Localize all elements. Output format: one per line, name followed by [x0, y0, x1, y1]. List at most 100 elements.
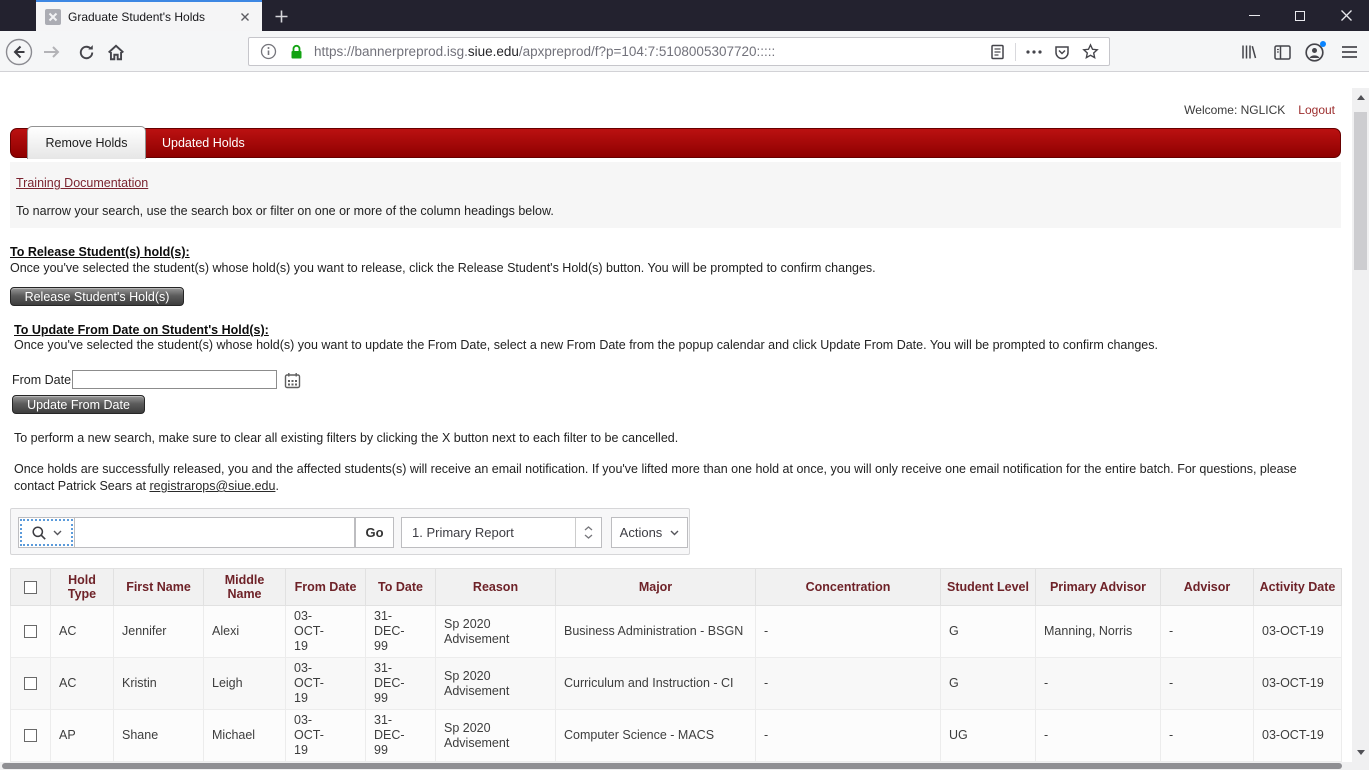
browser-tab[interactable]: Graduate Student's Holds — [36, 0, 262, 31]
cell-advisor: - — [1160, 605, 1254, 658]
column-header-hold-type[interactable]: Hold Type — [50, 568, 114, 606]
chevron-down-icon — [53, 530, 62, 536]
table-row: AC Kristin Leigh 03-OCT-19 31-DEC-99 Sp 2020 … — [10, 657, 1342, 710]
cell-to-date: 31-DEC-99 — [365, 605, 436, 658]
training-documentation-link[interactable]: Training Documentation — [16, 176, 148, 190]
cell-reason: Sp 2020 Advisement — [435, 605, 556, 658]
table-row: AC Jennifer Alexi 03-OCT-19 31-DEC-99 Sp 2020… — [10, 605, 1342, 658]
cell-from-date: 03-OCT-19 — [285, 657, 366, 710]
site-info-icon[interactable] — [258, 42, 278, 62]
column-header-concentration[interactable]: Concentration — [755, 568, 941, 606]
search-icon — [31, 525, 47, 541]
calendar-icon[interactable] — [283, 371, 301, 389]
scroll-up-icon[interactable] — [1352, 90, 1369, 105]
row-checkbox[interactable] — [24, 677, 37, 691]
new-tab-icon[interactable] — [270, 6, 292, 26]
select-all-cell — [10, 568, 51, 606]
report-spinner[interactable] — [575, 518, 601, 547]
column-header-first-name[interactable]: First Name — [113, 568, 204, 606]
info-region-background — [10, 162, 1341, 228]
from-date-input[interactable] — [72, 370, 277, 389]
cell-first-name: Shane — [113, 709, 204, 762]
logout-link[interactable]: Logout — [1298, 103, 1335, 117]
release-heading: To Release Student(s) hold(s): — [10, 245, 190, 259]
column-header-major[interactable]: Major — [555, 568, 756, 606]
horizontal-scrollbar[interactable] — [0, 762, 1352, 770]
favicon-icon — [45, 8, 61, 25]
page-actions-icon[interactable] — [1024, 42, 1044, 62]
tab-remove-holds[interactable]: Remove Holds — [27, 126, 146, 159]
window-controls — [1231, 0, 1369, 31]
registrar-email-link[interactable]: registrarops@siue.edu — [149, 479, 275, 493]
row-checkbox[interactable] — [24, 625, 37, 639]
bookmark-star-icon[interactable] — [1080, 42, 1100, 62]
cell-primary-advisor: Manning, Norris — [1035, 605, 1161, 658]
cell-hold-type: AP — [50, 709, 114, 762]
column-header-to-date[interactable]: To Date — [365, 568, 436, 606]
release-holds-button[interactable]: Release Student's Hold(s) — [10, 287, 184, 306]
column-header-student-level[interactable]: Student Level — [940, 568, 1036, 606]
close-icon[interactable] — [1323, 0, 1369, 31]
minimize-icon[interactable] — [1231, 0, 1277, 31]
row-checkbox[interactable] — [24, 729, 37, 743]
reader-view-icon[interactable] — [987, 42, 1007, 62]
column-header-from-date[interactable]: From Date — [285, 568, 366, 606]
column-header-advisor[interactable]: Advisor — [1160, 568, 1254, 606]
search-options-button[interactable] — [18, 517, 75, 548]
go-button[interactable]: Go — [355, 517, 394, 548]
pocket-icon[interactable] — [1052, 42, 1072, 62]
home-icon[interactable] — [102, 38, 130, 66]
report-select[interactable]: 1. Primary Report — [401, 517, 602, 548]
urlbar-divider — [1015, 42, 1016, 61]
holds-table: Hold Type First Name Middle Name From Date T… — [10, 568, 1342, 762]
cell-primary-advisor: - — [1035, 709, 1161, 762]
welcome-text: Welcome: NGLICK — [1184, 103, 1286, 117]
update-from-date-button[interactable]: Update From Date — [12, 395, 145, 414]
select-all-checkbox[interactable] — [24, 581, 37, 595]
cell-concentration: - — [755, 605, 941, 658]
forward-icon[interactable] — [38, 38, 66, 66]
vertical-scrollbar[interactable] — [1352, 88, 1369, 762]
actions-label: Actions — [619, 525, 663, 540]
sidebar-icon[interactable] — [1268, 38, 1296, 66]
page-content: Welcome: NGLICK Logout Remove Holds Updat… — [0, 72, 1352, 762]
email-notification-text: Once holds are successfully released, yo… — [14, 462, 1297, 493]
library-icon[interactable] — [1235, 38, 1263, 66]
actions-button[interactable]: Actions — [611, 517, 688, 548]
row-checkbox-cell — [10, 709, 51, 762]
browser-window: Graduate Student's Holds https://bannerp… — [0, 0, 1369, 770]
cell-major: Curriculum and Instruction - CI — [555, 657, 756, 710]
menu-icon[interactable] — [1335, 38, 1363, 66]
cell-from-date: 03-OCT-19 — [285, 709, 366, 762]
lock-icon[interactable] — [286, 42, 306, 62]
browser-toolbar: https://bannerpreprod.isg.siue.edu/apxpr… — [0, 31, 1369, 72]
cell-to-date: 31-DEC-99 — [365, 709, 436, 762]
cell-major: Computer Science - MACS — [555, 709, 756, 762]
cell-primary-advisor: - — [1035, 657, 1161, 710]
scroll-down-icon[interactable] — [1352, 745, 1369, 760]
horizontal-scrollbar-thumb[interactable] — [2, 763, 1342, 769]
scrollbar-corner — [1352, 762, 1369, 770]
cell-reason: Sp 2020 Advisement — [435, 709, 556, 762]
cell-advisor: - — [1160, 709, 1254, 762]
reload-icon[interactable] — [72, 38, 100, 66]
cell-student-level: UG — [940, 709, 1036, 762]
column-header-middle-name[interactable]: Middle Name — [203, 568, 286, 606]
vertical-scrollbar-thumb[interactable] — [1354, 112, 1367, 270]
cell-hold-type: AC — [50, 605, 114, 658]
account-icon[interactable] — [1300, 38, 1328, 66]
search-input[interactable] — [75, 517, 355, 548]
tab-updated-holds[interactable]: Updated Holds — [146, 128, 261, 158]
maximize-icon[interactable] — [1277, 0, 1323, 31]
cell-from-date: 03-OCT-19 — [285, 605, 366, 658]
column-header-reason[interactable]: Reason — [435, 568, 556, 606]
cell-activity-date: 03-OCT-19 — [1253, 709, 1342, 762]
chevron-down-icon — [670, 530, 679, 536]
back-icon[interactable] — [5, 38, 33, 66]
welcome-bar: Welcome: NGLICK Logout — [1184, 103, 1335, 117]
url-text: https://bannerpreprod.isg.siue.edu/apxpr… — [314, 44, 776, 59]
url-bar[interactable]: https://bannerpreprod.isg.siue.edu/apxpr… — [248, 37, 1110, 66]
tab-close-icon[interactable] — [237, 9, 253, 25]
column-header-primary-advisor[interactable]: Primary Advisor — [1035, 568, 1161, 606]
column-header-activity-date[interactable]: Activity Date — [1253, 568, 1342, 606]
